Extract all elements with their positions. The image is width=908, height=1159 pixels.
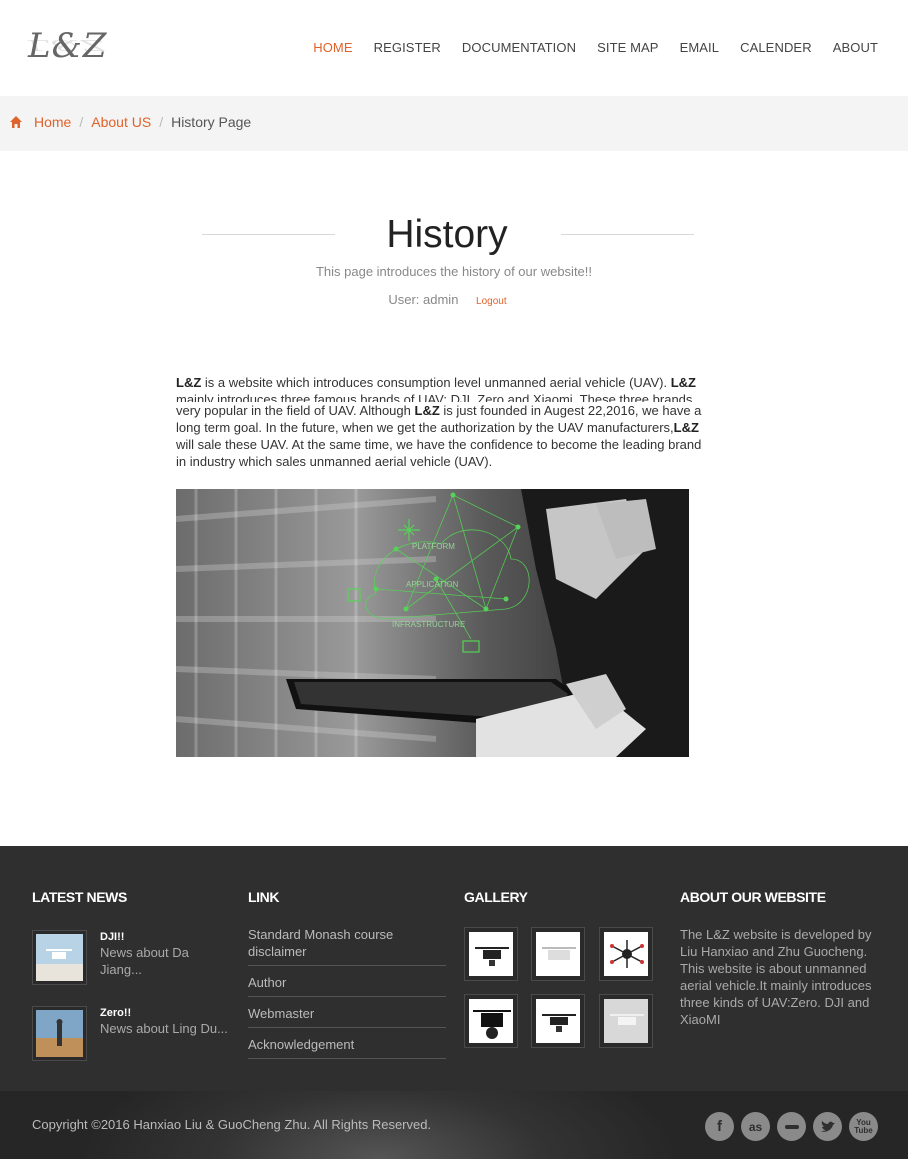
copyright-bar: Copyright ©2016 Hanxiao Liu & GuoCheng Z…	[0, 1091, 908, 1159]
text-segment: will sale these UAV. At the same time, w…	[176, 437, 702, 469]
blogger-icon[interactable]	[777, 1112, 806, 1141]
nav-about[interactable]: ABOUT	[833, 40, 878, 55]
overlay-label-application: APPLICATION	[406, 580, 459, 589]
breadcrumb-home[interactable]: Home	[34, 114, 71, 130]
copyright-text: Copyright ©2016 Hanxiao Liu & GuoCheng Z…	[32, 1117, 432, 1132]
brand-name: L&Z	[414, 403, 440, 418]
logout-link[interactable]: Logout	[476, 296, 507, 307]
site-header: L&Z L&Z HOME REGISTER DOCUMENTATION SITE…	[0, 0, 908, 96]
drone-image	[469, 999, 513, 1043]
facebook-icon[interactable]: f	[705, 1112, 734, 1141]
gallery-item[interactable]	[531, 994, 585, 1048]
latest-news-heading: LATEST NEWS	[32, 889, 127, 905]
social-links: f as You Tube	[698, 1112, 878, 1141]
nav-home[interactable]: HOME	[313, 40, 352, 55]
person-photo	[36, 1010, 83, 1057]
overlay-label-platform: PLATFORM	[412, 542, 455, 551]
breadcrumb-separator: /	[159, 114, 164, 130]
breadcrumb-bar: Home / About US / History Page	[0, 96, 908, 151]
user-label: User: admin	[388, 292, 459, 307]
home-icon	[10, 116, 22, 128]
site-footer: LATEST NEWS DJI!! News about Da Jiang...…	[0, 846, 908, 1091]
text-segment: is a website which introduces consumptio…	[201, 375, 671, 390]
news-desc: News about Ling Du...	[100, 1021, 228, 1036]
title-divider-left	[202, 234, 335, 235]
gallery-heading: GALLERY	[464, 889, 528, 905]
nav-site-map[interactable]: SITE MAP	[597, 40, 658, 55]
drone-image	[536, 999, 580, 1043]
gallery-item[interactable]	[599, 927, 653, 981]
user-status: User: admin Logout	[0, 292, 895, 307]
news-item[interactable]: DJI!! News about Da Jiang...	[32, 930, 230, 985]
overlay-label-infrastructure: INFRASTRUCTURE	[392, 620, 465, 629]
news-thumbnail[interactable]	[32, 930, 87, 985]
brand-name: L&Z	[670, 375, 696, 390]
main-nav: HOME REGISTER DOCUMENTATION SITE MAP EMA…	[292, 40, 878, 55]
drone-image	[604, 932, 648, 976]
news-text: DJI!! News about Da Jiang...	[100, 930, 230, 985]
hero-image: PLATFORM APPLICATION INFRASTRUCTURE	[176, 489, 689, 757]
nav-email[interactable]: EMAIL	[680, 40, 720, 55]
news-text: Zero!! News about Ling Du...	[100, 1006, 230, 1061]
history-text: L&Z is a website which introduces consum…	[176, 374, 706, 470]
news-thumbnail[interactable]	[32, 1006, 87, 1061]
gallery-item[interactable]	[531, 927, 585, 981]
link-course-disclaimer[interactable]: Standard Monash course disclaimer	[248, 926, 446, 966]
logo-reflection: L&Z	[28, 36, 105, 54]
clipped-line: mainly introduces three famous brands of…	[176, 391, 706, 402]
nav-calender[interactable]: CALENDER	[740, 40, 812, 55]
nav-documentation[interactable]: DOCUMENTATION	[462, 40, 576, 55]
drone-image	[604, 999, 648, 1043]
link-heading: LINK	[248, 889, 280, 905]
gallery-item[interactable]	[464, 927, 518, 981]
drone-image	[469, 932, 513, 976]
brand-name: L&Z	[176, 375, 202, 390]
about-text: The L&Z website is developed by Liu Hanx…	[680, 927, 872, 1027]
drone-photo	[36, 934, 83, 981]
tablet-network-illustration: PLATFORM APPLICATION INFRASTRUCTURE	[176, 489, 689, 757]
breadcrumb-separator: /	[79, 114, 84, 130]
text-segment: very popular in the field of UAV. Althou…	[176, 403, 415, 418]
gallery-item[interactable]	[599, 994, 653, 1048]
news-title[interactable]: Zero!!	[100, 1006, 230, 1020]
page-subtitle: This page introduces the history of our …	[315, 264, 593, 279]
youtube-icon[interactable]: You Tube	[849, 1112, 878, 1141]
page-title-block: History	[200, 212, 694, 262]
nav-register[interactable]: REGISTER	[374, 40, 441, 55]
about-heading: ABOUT OUR WEBSITE	[680, 889, 826, 905]
brand-name: L&Z	[673, 420, 699, 435]
breadcrumb: Home / About US / History Page	[9, 114, 251, 130]
page-title: History	[386, 213, 508, 256]
footer-links: Standard Monash course disclaimer Author…	[248, 926, 446, 1067]
text-segment: mainly introduces three famous brands of…	[176, 392, 693, 402]
link-acknowledgement[interactable]: Acknowledgement	[248, 1036, 446, 1059]
breadcrumb-about-us[interactable]: About US	[91, 114, 151, 130]
lastfm-icon[interactable]: as	[741, 1112, 770, 1141]
site-logo[interactable]: L&Z L&Z	[28, 26, 108, 76]
breadcrumb-current: History Page	[171, 114, 252, 130]
twitter-icon[interactable]	[813, 1112, 842, 1141]
link-webmaster[interactable]: Webmaster	[248, 1005, 446, 1028]
drone-image	[536, 932, 580, 976]
news-title[interactable]: DJI!!	[100, 930, 230, 944]
news-item[interactable]: Zero!! News about Ling Du...	[32, 1006, 230, 1061]
title-divider-right	[561, 234, 694, 235]
link-author[interactable]: Author	[248, 974, 446, 997]
news-desc: News about Da Jiang...	[100, 945, 189, 977]
gallery-item[interactable]	[464, 994, 518, 1048]
